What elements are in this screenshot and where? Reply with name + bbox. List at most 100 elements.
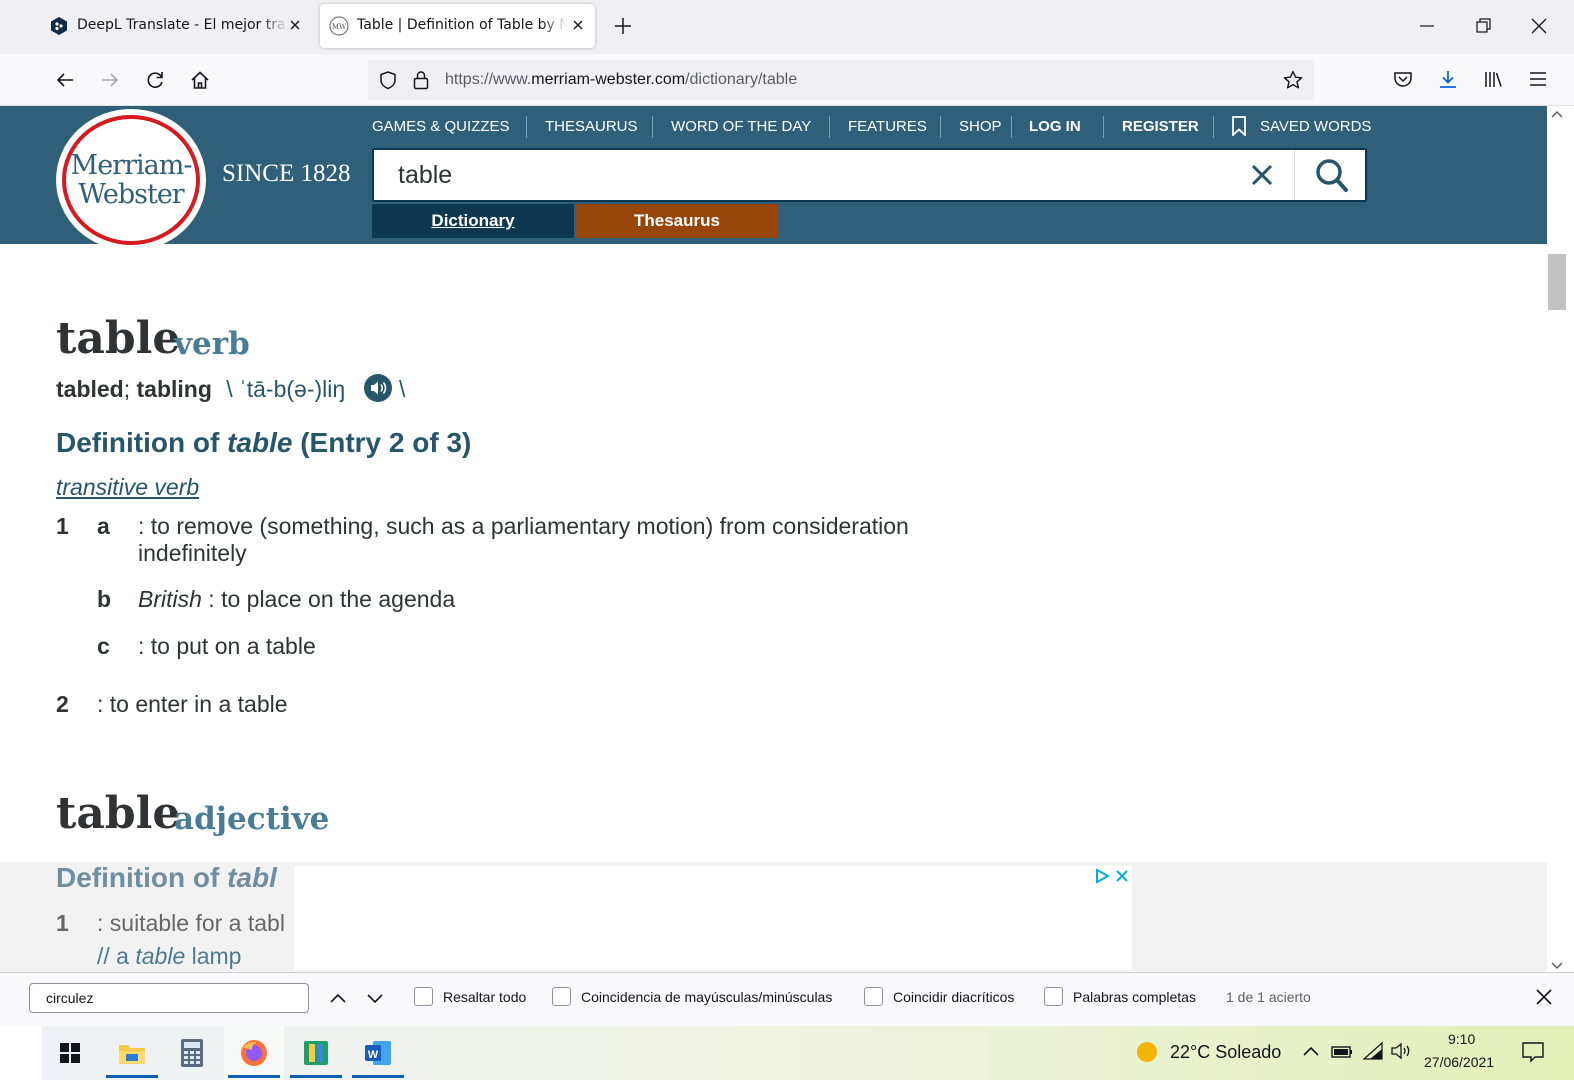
search-icon[interactable] [1315,158,1349,194]
whole-words-checkbox[interactable] [1044,987,1063,1006]
tab-title: DeepL Translate - El mejor traductor del… [77,17,287,33]
tab-strip: DeepL Translate - El mejor traductor del… [0,0,1574,54]
find-previous-icon[interactable] [328,988,348,1008]
close-tab-icon[interactable] [286,16,304,34]
weather-text[interactable]: 22°C Soleado [1170,1042,1281,1063]
windows-taskbar: W 22°C Soleado 9:10 27/06/2021 [0,1026,1574,1080]
match-case-checkbox[interactable] [552,987,571,1006]
notifications-icon[interactable] [1521,1040,1545,1064]
close-find-bar-icon[interactable] [1534,987,1554,1007]
clear-search-icon[interactable] [1250,163,1274,187]
volume-icon[interactable] [1390,1041,1414,1061]
part-of-speech[interactable]: verb [174,326,250,362]
nav-features[interactable]: FEATURES [848,118,927,135]
sense-letter: c [97,633,110,659]
forward-arrow-icon[interactable] [97,67,123,93]
new-tab-icon[interactable] [612,15,634,37]
scrollbar-thumb[interactable] [1548,254,1566,310]
close-tab-icon[interactable] [569,16,587,34]
svg-text:W: W [368,1049,379,1061]
back-arrow-icon[interactable] [52,67,78,93]
tab-thesaurus[interactable]: Thesaurus [576,204,778,238]
tab-dictionary[interactable]: Dictionary [372,204,574,238]
nav-register[interactable]: REGISTER [1122,118,1199,135]
minimize-icon[interactable] [1416,15,1438,37]
reload-icon[interactable] [142,67,168,93]
adchoices-icon[interactable] [1094,868,1110,884]
close-ad-icon[interactable] [1114,868,1130,884]
nav-saved-words[interactable]: SAVED WORDS [1260,118,1371,135]
tracking-shield-icon[interactable] [377,69,399,91]
merriam-webster-logo[interactable]: Merriam- Webster [56,109,206,251]
pronunciation-open: \ [226,376,233,402]
nav-divider [652,116,653,138]
advertisement[interactable] [294,866,1132,970]
sun-weather-icon[interactable] [1135,1040,1159,1064]
word-icon[interactable]: W [348,1026,408,1080]
highlight-all-label[interactable]: Resaltar todo [443,989,526,1005]
running-indicator [106,1075,158,1078]
nav-divider [1103,116,1104,138]
example-prefix: // a [97,943,136,969]
close-window-icon[interactable] [1528,15,1550,37]
clock-time[interactable]: 9:10 [1448,1031,1475,1047]
example-suffix: lamp [185,943,242,969]
menu-hamburger-icon[interactable] [1527,68,1549,90]
downloads-icon[interactable] [1437,68,1459,90]
page-scrollbar[interactable] [1547,106,1567,974]
pocket-icon[interactable] [1392,68,1414,90]
find-next-icon[interactable] [365,988,385,1008]
definition-title: Definition of tabl [56,862,277,894]
tab-title: Table | Definition of Table by Merriam-W… [357,17,567,33]
inflection-tabled: tabled [56,376,124,402]
inflection-separator: ; [123,376,131,402]
logo-text-line1: Merriam- [70,150,193,181]
match-case-label[interactable]: Coincidencia de mayúsculas/minúsculas [581,989,832,1005]
url-text[interactable]: https://www.merriam-webster.com/dictiona… [445,71,797,89]
url-bar[interactable]: https://www.merriam-webster.com/dictiona… [368,60,1314,100]
battery-icon[interactable] [1330,1043,1354,1061]
match-diacritics-label[interactable]: Coincidir diacríticos [893,989,1014,1005]
verb-type-link[interactable]: transitive verb [56,474,199,501]
sense-text: : to remove (something, such as a parlia… [138,513,909,539]
restore-icon[interactable] [1472,15,1494,37]
nav-log-in[interactable]: LOG IN [1029,118,1081,135]
nav-thesaurus[interactable]: THESAURUS [545,118,638,135]
highlight-all-checkbox[interactable] [414,987,433,1006]
nav-games-quizzes[interactable]: GAMES & QUIZZES [372,118,510,135]
search-input[interactable] [398,160,1198,190]
taskbar-left-strip [0,1026,42,1080]
nav-shop[interactable]: SHOP [959,118,1002,135]
find-input[interactable] [29,983,309,1013]
svg-text:MW: MW [332,23,347,31]
bookmark-star-icon[interactable] [1282,69,1304,91]
pronunciation-close: \ [399,376,406,402]
tab-deepl[interactable]: DeepL Translate - El mejor traductor del… [42,4,312,48]
file-explorer-icon[interactable] [102,1026,162,1080]
audio-speaker-icon[interactable] [364,374,392,402]
match-diacritics-checkbox[interactable] [864,987,883,1006]
search-box [372,148,1367,202]
scroll-up-icon[interactable] [1551,110,1563,118]
whole-words-label[interactable]: Palabras completas [1073,989,1196,1005]
running-indicator [290,1075,342,1078]
scroll-down-icon[interactable] [1551,962,1563,970]
calculator-icon[interactable] [162,1026,222,1080]
find-bar: Resaltar todo Coincidencia de mayúsculas… [0,972,1574,1026]
firefox-icon[interactable] [224,1026,284,1080]
windows-start-icon[interactable] [40,1026,100,1080]
part-of-speech[interactable]: adjective [174,801,329,837]
tab-merriam-webster[interactable]: MW Table | Definition of Table by Merria… [320,4,595,48]
sense-text: : to enter in a table [97,691,288,717]
lock-icon[interactable] [411,69,431,91]
wifi-icon[interactable] [1362,1041,1384,1061]
notebook-app-icon[interactable] [286,1026,346,1080]
show-hidden-icons-chevron-icon[interactable] [1302,1043,1320,1059]
library-icon[interactable] [1482,68,1504,90]
saved-words-bookmark-icon[interactable] [1232,116,1246,136]
home-icon[interactable] [187,67,213,93]
merriam-webster-icon: MW [329,16,349,36]
clock-date[interactable]: 27/06/2021 [1424,1054,1494,1070]
nav-word-of-the-day[interactable]: WORD OF THE DAY [671,118,811,135]
sense-number: 1 [56,513,69,539]
